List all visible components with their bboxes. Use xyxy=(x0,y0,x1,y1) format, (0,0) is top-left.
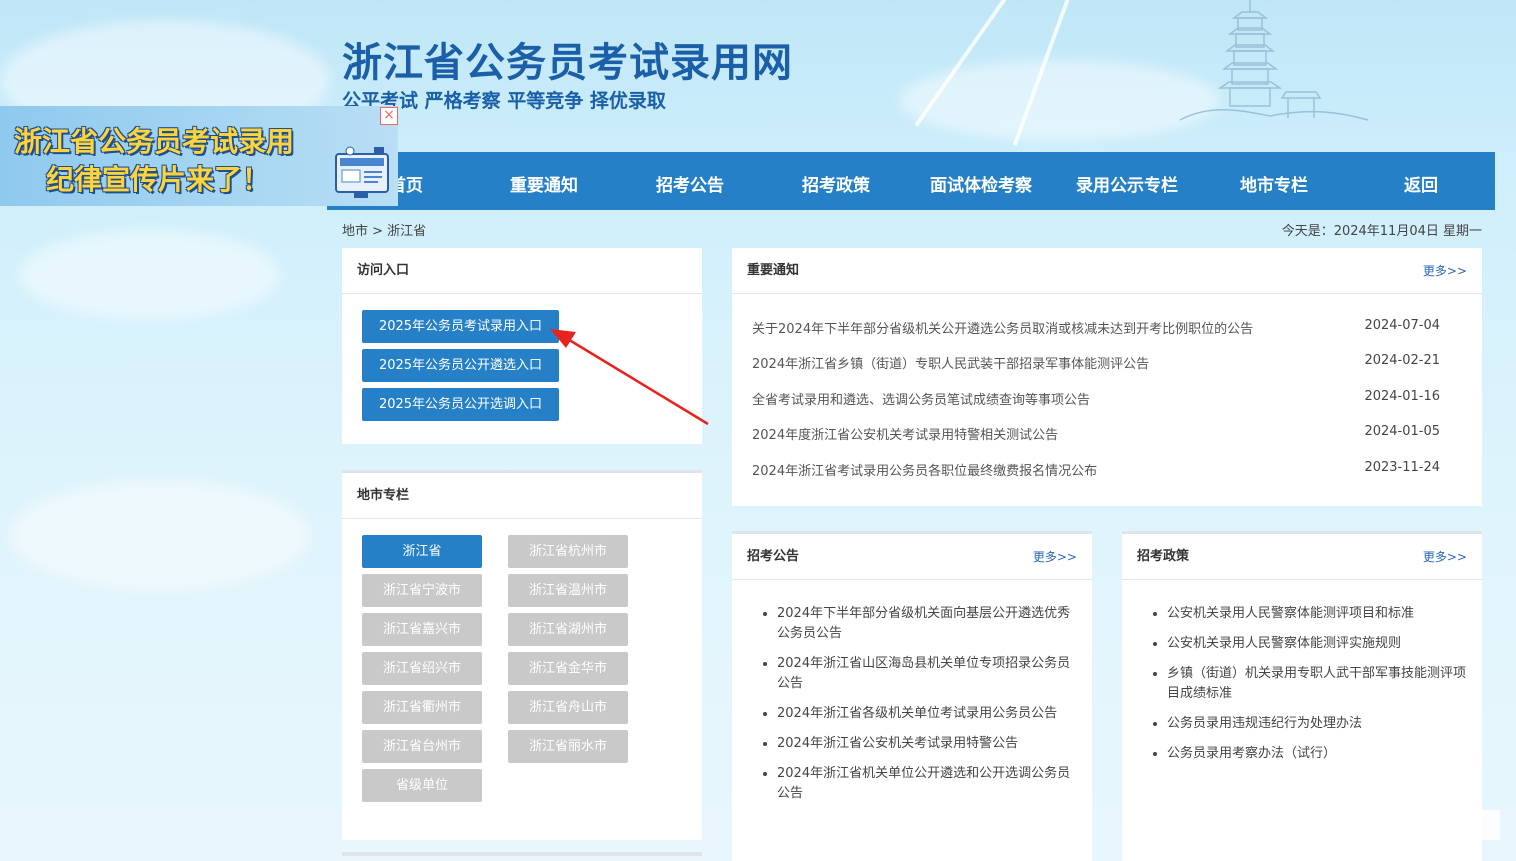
list-item[interactable]: 2024年浙江省机关单位公开遴选和公开选调公务员公告 xyxy=(777,764,1078,804)
divider xyxy=(342,852,702,856)
nav-publicity[interactable]: 录用公示专栏 xyxy=(1076,171,1178,196)
city-zhejiang[interactable]: 浙江省 xyxy=(362,535,482,568)
list-item[interactable]: 2024年下半年部分省级机关面向基层公开遴选优秀公务员公告 xyxy=(777,604,1078,644)
promo-line-1: 浙江省公务员考试录用 xyxy=(14,125,295,158)
announcements-panel: 招考公告 更多>> 2024年下半年部分省级机关面向基层公开遴选优秀公务员公告 … xyxy=(732,531,1092,861)
announcements-more-link[interactable]: 更多>> xyxy=(1033,534,1077,580)
notice-row[interactable]: 2024年浙江省考试录用公务员各职位最终缴费报名情况公布 2023-11-24 xyxy=(752,460,1440,479)
transfer-entry-button[interactable]: 2025年公务员公开选调入口 xyxy=(362,388,559,421)
today-date: 今天是：2024年11月04日 星期一 xyxy=(1281,224,1482,239)
notice-title[interactable]: 2024年浙江省考试录用公务员各职位最终缴费报名情况公布 xyxy=(752,464,1097,479)
notice-title[interactable]: 2024年度浙江省公安机关考试录用特警相关测试公告 xyxy=(752,428,1058,443)
list-item[interactable]: 乡镇（街道）机关录用专职人武干部军事技能测评项目成绩标准 xyxy=(1167,664,1468,704)
cities-panel-title: 地市专栏 xyxy=(342,473,702,519)
city-jinhua[interactable]: 浙江省金华市 xyxy=(508,652,628,685)
notices-panel-title: 重要通知 更多>> xyxy=(732,248,1482,294)
notice-date: 2024-01-05 xyxy=(1364,424,1440,439)
city-provincial[interactable]: 省级单位 xyxy=(362,769,482,802)
notice-row[interactable]: 关于2024年下半年部分省级机关公开遴选公务员取消或核减未达到开考比例职位的公告… xyxy=(752,318,1440,337)
breadcrumb: 地市 > 浙江省 xyxy=(342,224,427,239)
notice-row[interactable]: 2024年度浙江省公安机关考试录用特警相关测试公告 2024-01-05 xyxy=(752,424,1440,443)
cities-panel: 地市专栏 浙江省 浙江省杭州市 浙江省宁波市 浙江省温州市 浙江省嘉兴市 浙江省… xyxy=(342,470,702,840)
list-item[interactable]: 公安机关录用人民警察体能测评实施规则 xyxy=(1167,634,1468,654)
promo-close-button[interactable]: × xyxy=(380,107,398,125)
city-hangzhou[interactable]: 浙江省杭州市 xyxy=(508,535,628,568)
city-wenzhou[interactable]: 浙江省温州市 xyxy=(508,574,628,607)
exam-entry-button[interactable]: 2025年公务员考试录用入口 xyxy=(362,310,559,343)
site-title: 浙江省公务员考试录用网 xyxy=(342,40,793,86)
list-item[interactable]: 公安机关录用人民警察体能测评项目和标准 xyxy=(1167,604,1468,624)
nav-cities[interactable]: 地市专栏 xyxy=(1240,171,1308,196)
city-quzhou[interactable]: 浙江省衢州市 xyxy=(362,691,482,724)
city-ningbo[interactable]: 浙江省宁波市 xyxy=(362,574,482,607)
notices-panel: 重要通知 更多>> 关于2024年下半年部分省级机关公开遴选公务员取消或核减未达… xyxy=(732,248,1482,506)
list-item[interactable]: 公务员录用考察办法（试行） xyxy=(1167,744,1468,764)
notices-more-link[interactable]: 更多>> xyxy=(1423,248,1467,294)
computer-icon xyxy=(335,146,389,198)
notice-date: 2024-07-04 xyxy=(1364,318,1440,333)
watermark-graphic xyxy=(1262,810,1500,840)
pagoda-illustration xyxy=(1179,0,1369,121)
notice-row[interactable]: 2024年浙江省乡镇（街道）专职人民武装干部招录军事体能测评公告 2024-02… xyxy=(752,353,1440,372)
nav-announcements[interactable]: 招考公告 xyxy=(656,171,724,196)
notice-date: 2024-02-21 xyxy=(1364,353,1440,368)
notice-title[interactable]: 全省考试录用和遴选、选调公务员笔试成绩查询等事项公告 xyxy=(752,393,1090,408)
list-item[interactable]: 2024年浙江省各级机关单位考试录用公务员公告 xyxy=(777,704,1078,724)
background-cloud xyxy=(20,230,280,320)
access-panel-title: 访问入口 xyxy=(342,248,702,294)
notice-title[interactable]: 2024年浙江省乡镇（街道）专职人民武装干部招录军事体能测评公告 xyxy=(752,357,1149,372)
red-arrow-annotation xyxy=(550,329,709,426)
nav-policies[interactable]: 招考政策 xyxy=(802,171,870,196)
list-item[interactable]: 公务员录用违规违纪行为处理办法 xyxy=(1167,714,1468,734)
nav-back[interactable]: 返回 xyxy=(1404,171,1438,196)
policies-more-link[interactable]: 更多>> xyxy=(1423,534,1467,580)
city-shaoxing[interactable]: 浙江省绍兴市 xyxy=(362,652,482,685)
list-item[interactable]: 2024年浙江省山区海岛县机关单位专项招录公务员公告 xyxy=(777,654,1078,694)
policies-title: 招考政策 xyxy=(1137,549,1190,564)
city-jiaxing[interactable]: 浙江省嘉兴市 xyxy=(362,613,482,646)
announcements-panel-title: 招考公告 更多>> xyxy=(732,534,1092,580)
notice-date: 2023-11-24 xyxy=(1364,460,1440,475)
notice-date: 2024-01-16 xyxy=(1364,389,1440,404)
city-zhoushan[interactable]: 浙江省舟山市 xyxy=(508,691,628,724)
city-lishui[interactable]: 浙江省丽水市 xyxy=(508,730,628,763)
notices-title: 重要通知 xyxy=(747,263,800,278)
policies-list: 公安机关录用人民警察体能测评项目和标准 公安机关录用人民警察体能测评实施规则 乡… xyxy=(1152,604,1468,774)
list-item[interactable]: 2024年浙江省公安机关考试录用特警公告 xyxy=(777,734,1078,754)
announcements-title: 招考公告 xyxy=(747,549,800,564)
announcements-list: 2024年下半年部分省级机关面向基层公开遴选优秀公务员公告 2024年浙江省山区… xyxy=(762,604,1078,814)
nav-interview[interactable]: 面试体检考察 xyxy=(930,171,1032,196)
notice-title[interactable]: 关于2024年下半年部分省级机关公开遴选公务员取消或核减未达到开考比例职位的公告 xyxy=(752,322,1253,337)
notice-row[interactable]: 全省考试录用和遴选、选调公务员笔试成绩查询等事项公告 2024-01-16 xyxy=(752,389,1440,408)
selection-entry-button[interactable]: 2025年公务员公开遴选入口 xyxy=(362,349,559,382)
main-nav: 首页 重要通知 招考公告 招考政策 面试体检考察 录用公示专栏 地市专栏 返回 xyxy=(327,152,1495,210)
nav-notices[interactable]: 重要通知 xyxy=(510,171,578,196)
background-cloud xyxy=(10,480,310,590)
policies-panel-title: 招考政策 更多>> xyxy=(1122,534,1482,580)
city-taizhou[interactable]: 浙江省台州市 xyxy=(362,730,482,763)
city-huzhou[interactable]: 浙江省湖州市 xyxy=(508,613,628,646)
promo-line-2: 纪律宣传片来了！ xyxy=(46,163,271,196)
